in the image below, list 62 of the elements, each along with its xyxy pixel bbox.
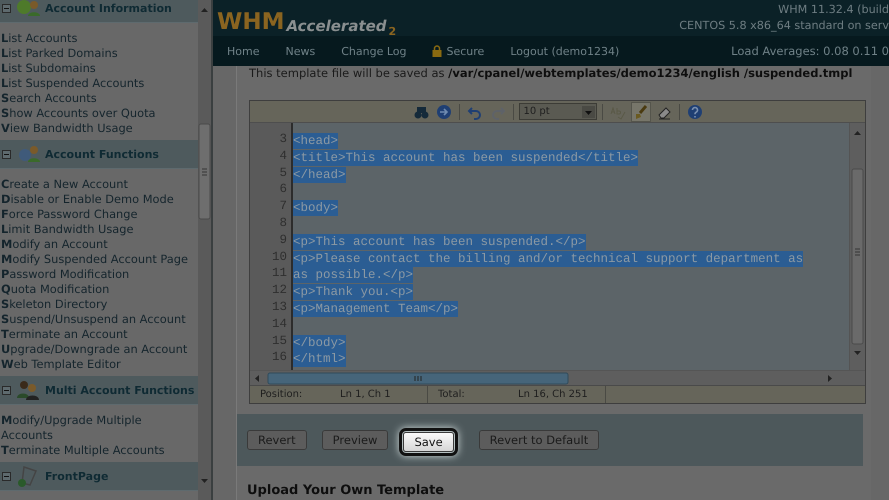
paintbrush-button[interactable] [630,102,650,122]
collapse-icon[interactable] [2,472,11,480]
sidebar-link[interactable]: List Accounts [0,31,198,46]
caret-icon [582,106,594,118]
lock-icon [432,45,442,57]
nav-link[interactable]: Logout (demo1234) [510,44,620,58]
font-size-select[interactable]: 10 pt [518,103,596,120]
section-title: FrontPage [45,470,108,482]
nav-link[interactable]: News [285,44,316,58]
sidebar-link[interactable]: Disable or Enable Demo Mode [0,192,198,207]
status-value: Ln 1, Ch 1 [340,389,391,400]
sidebar-link[interactable]: Limit Bandwidth Usage [0,222,198,237]
nav-link[interactable]: Home [227,44,260,58]
section-header[interactable]: FrontPage [0,462,198,491]
nav-link[interactable]: Secure [432,44,484,58]
logo-version: 2 [388,25,396,38]
users-icon [15,379,41,401]
vertical-scrollbar[interactable] [849,123,865,370]
section-title: Account Functions [45,148,159,160]
section-heading: Upload Your Own Template [247,483,446,498]
sidebar-link[interactable]: Terminate Multiple Accounts [0,443,198,458]
sidebar-link[interactable]: Password Modification [0,267,198,282]
sidebar-link[interactable]: Terminate an Account [0,327,198,342]
arrow-circle-icon [436,104,452,120]
sidebar-link[interactable]: Suspend/Unsuspend an Account [0,312,198,327]
status-value: Ln 16, Ch 251 [518,389,588,400]
info-user-icon [15,0,41,19]
status-label: Position: [260,389,304,400]
section-title: Multi Account Functions [45,384,194,396]
load-averages: Load Averages: 0.08 0.11 0 [731,44,889,58]
sidebar-link[interactable]: Force Password Change [0,207,198,222]
section-header[interactable]: Account Information [0,0,198,23]
sidebar-link[interactable]: Upgrade/Downgrade an Account [0,342,198,357]
sidebar-link[interactable]: Modify an Account [0,237,198,252]
logo-text: WHM [217,8,285,36]
sidebar-link[interactable]: Skeleton Directory [0,297,198,312]
sidebar-link[interactable]: Web Template Editor [0,357,198,372]
sidebar-link[interactable]: List Subdomains [0,61,198,76]
section-header[interactable]: Multi Account Functions [0,376,198,405]
sidebar-link[interactable]: Search Accounts [0,91,198,106]
action-button[interactable]: Revert [247,430,307,450]
collapse-icon[interactable] [2,150,11,158]
build-info: WHM 11.32.4 (build [778,2,889,18]
collapse-icon[interactable] [2,4,11,12]
nav-link[interactable]: Change Log [341,44,406,58]
sidebar-link[interactable]: Quota Modification [0,282,198,297]
template-path-note: This template file will be saved as /var/cpanel/webtemplates/demo1234/english /suspended.tmpl [249,66,854,82]
sidebar-link[interactable]: List Suspended Accounts [0,76,198,91]
sidebar-link[interactable]: Show Accounts over Quota [0,106,198,121]
status-label: Total: [438,389,466,400]
sidebar-link[interactable]: Create a New Account [0,177,198,192]
logo-subtitle: Accelerated [286,16,387,36]
action-button[interactable]: Revert to Default [478,430,600,450]
action-button[interactable]: Preview [322,430,388,450]
section-header[interactable]: Account Functions [0,140,198,169]
sidebar-link[interactable]: Modify Suspended Account Page [0,252,198,267]
sidebar-link[interactable]: List Parked Domains [0,46,198,61]
server-info: CENTOS 5.8 x86_64 standard on serv [679,18,889,34]
section-title: Account Information [45,2,172,14]
sidebar-link[interactable]: View Bandwidth Usage [0,121,198,136]
collapse-icon[interactable] [2,386,11,394]
help-icon [686,104,702,120]
